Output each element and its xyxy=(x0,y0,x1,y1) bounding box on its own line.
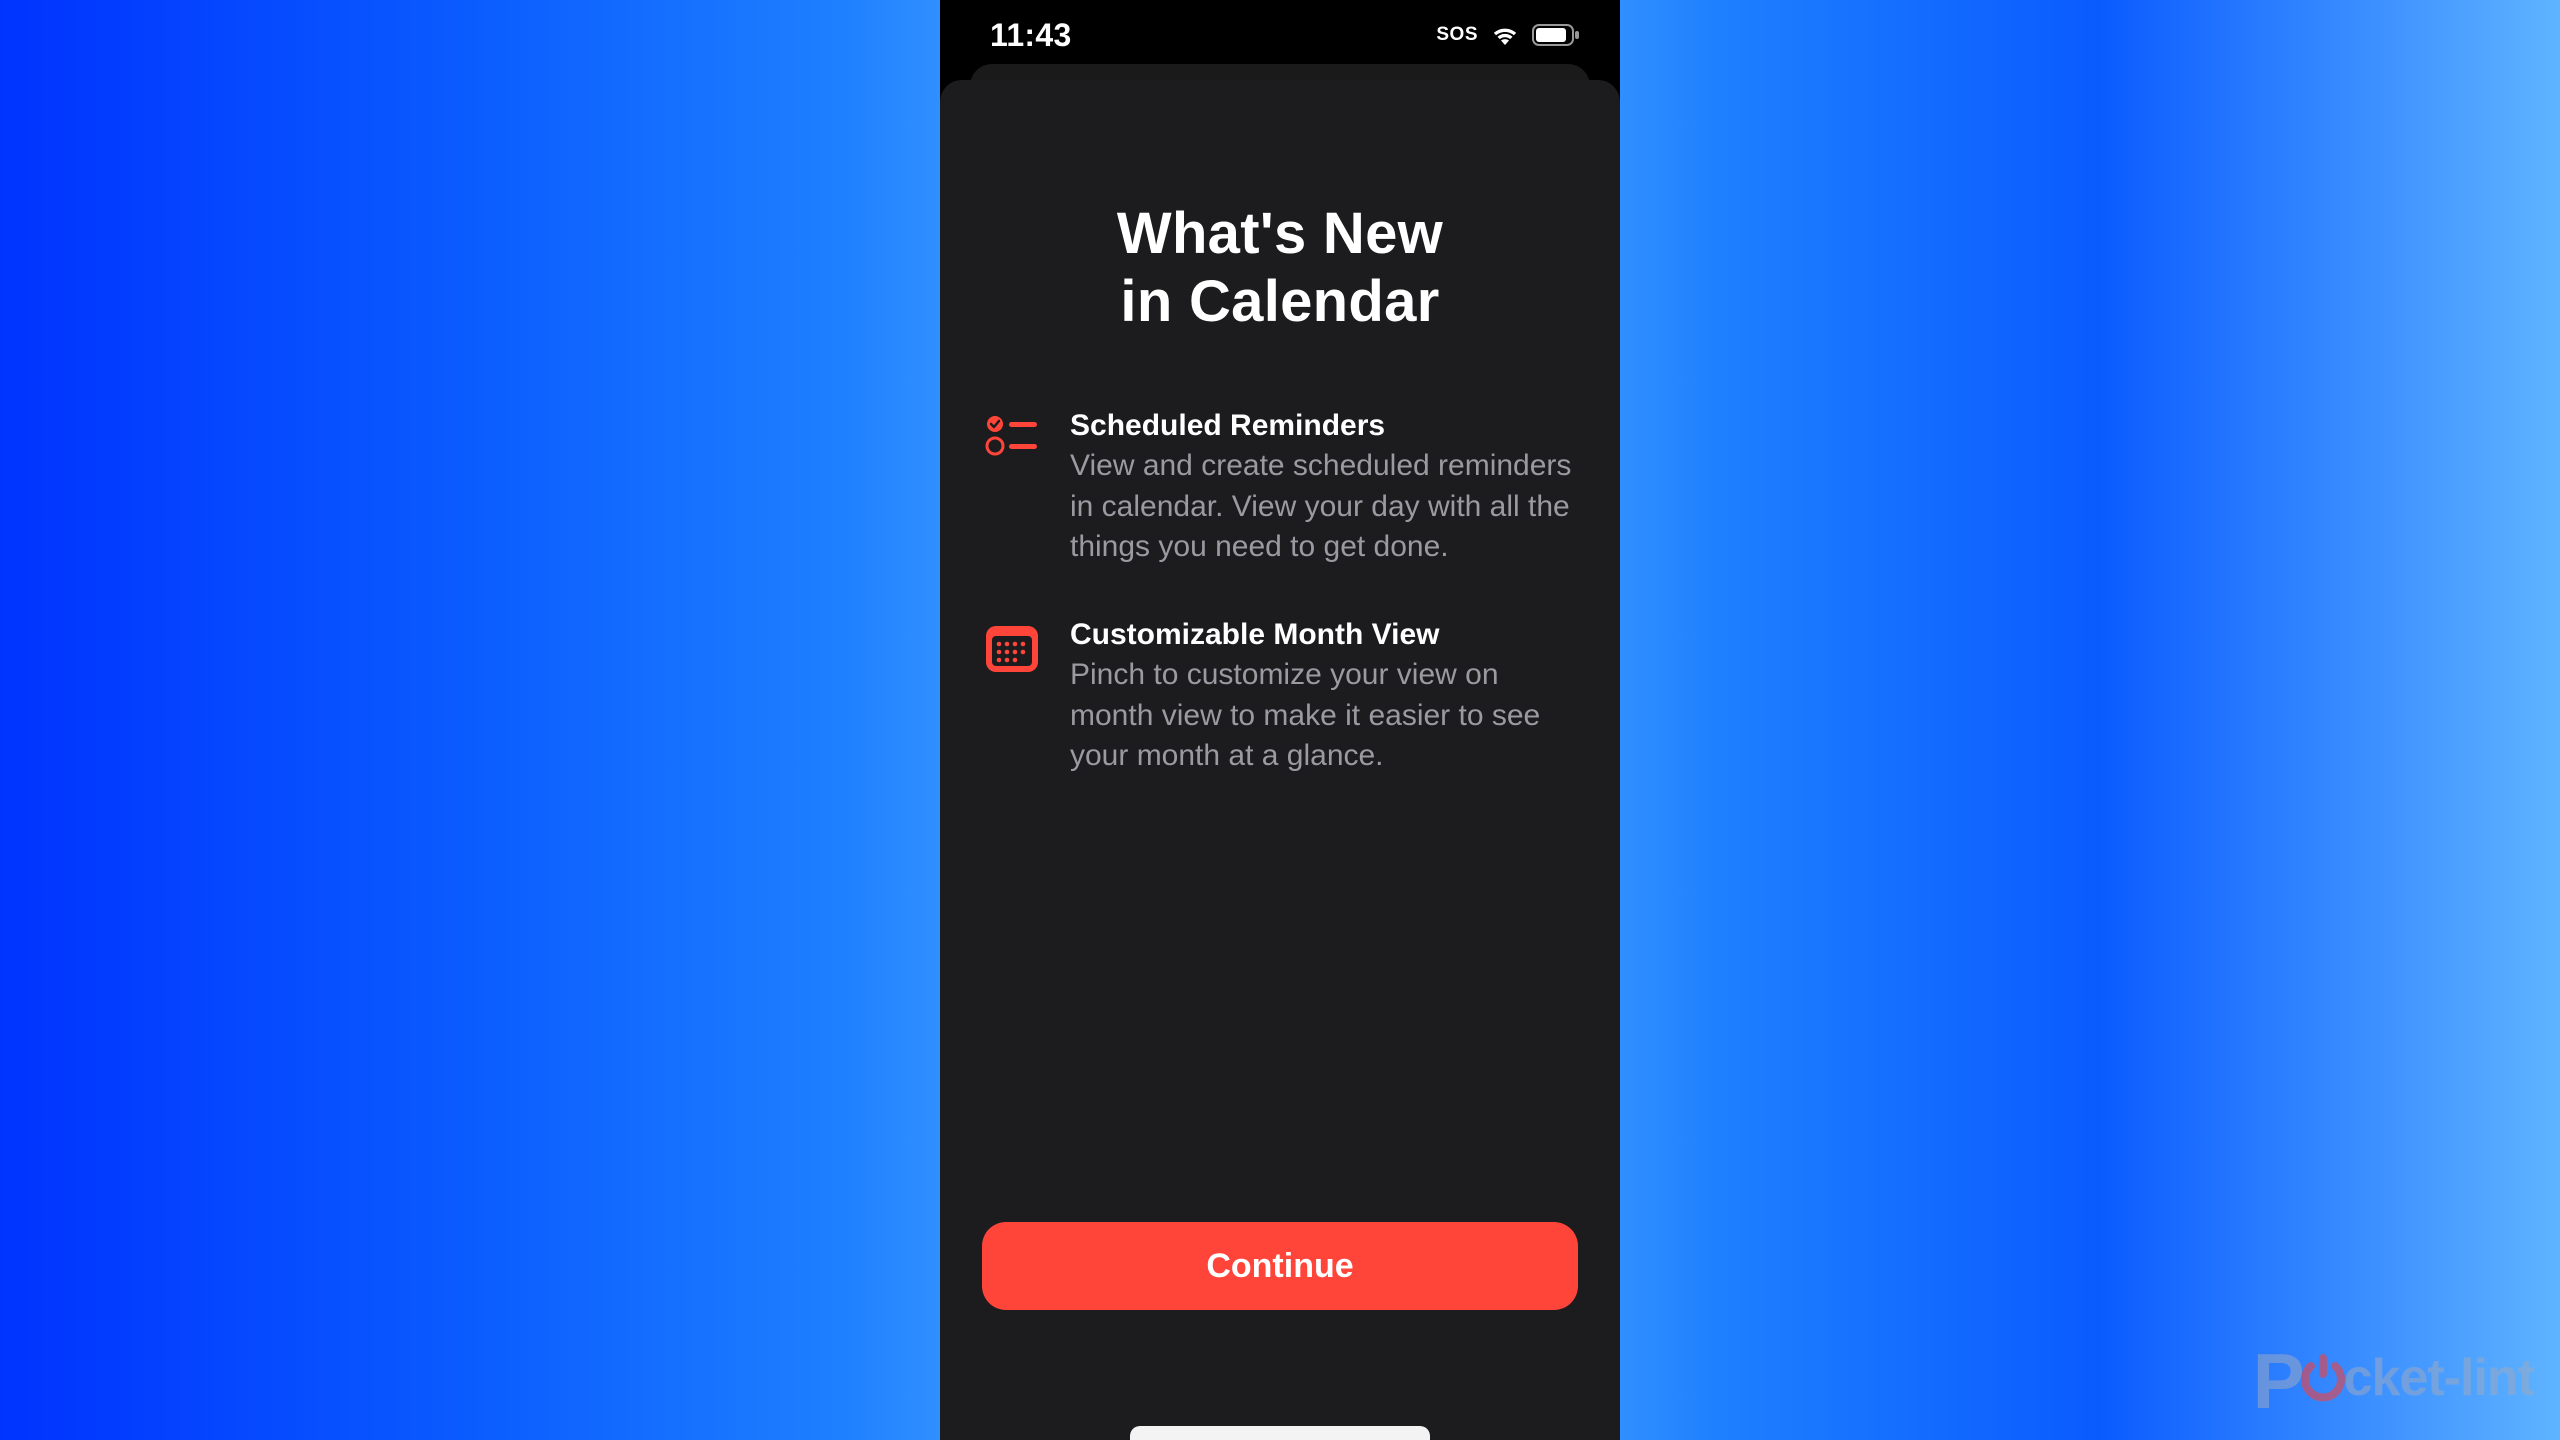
phone-frame: 11:43 SOS xyxy=(940,0,1620,1440)
continue-button[interactable]: Continue xyxy=(982,1222,1578,1310)
feature-text: Customizable Month View Pinch to customi… xyxy=(1070,616,1578,777)
sheet-spacer xyxy=(982,825,1578,1222)
watermark-suffix: cket-lint xyxy=(2344,1352,2534,1410)
status-time: 11:43 xyxy=(990,17,1072,54)
feature-text: Scheduled Reminders View and create sche… xyxy=(1070,407,1578,568)
desktop-background: 11:43 SOS xyxy=(0,0,2560,1440)
feature-desc: View and create scheduled reminders in c… xyxy=(1070,446,1578,568)
feature-title: Scheduled Reminders xyxy=(1070,407,1578,445)
feature-scheduled-reminders: Scheduled Reminders View and create sche… xyxy=(982,407,1578,568)
checklist-icon xyxy=(982,407,1042,457)
wifi-icon xyxy=(1490,24,1520,46)
battery-icon xyxy=(1532,23,1580,47)
home-indicator[interactable] xyxy=(1130,1426,1430,1440)
feature-desc: Pinch to customize your view on month vi… xyxy=(1070,655,1578,777)
watermark-prefix: P xyxy=(2253,1342,2304,1420)
calendar-icon xyxy=(982,616,1042,674)
sheet-title: What's New in Calendar xyxy=(982,200,1578,337)
power-ring-icon xyxy=(2298,1352,2348,1411)
sheet-title-line2: in Calendar xyxy=(1120,269,1439,334)
status-bar: 11:43 SOS xyxy=(940,0,1620,70)
feature-customizable-month-view: Customizable Month View Pinch to customi… xyxy=(982,616,1578,777)
sos-label: SOS xyxy=(1436,24,1478,46)
sheet-title-line1: What's New xyxy=(1117,201,1443,266)
watermark-pocket-lint: P cket-lint xyxy=(2253,1342,2534,1420)
status-indicators: SOS xyxy=(1436,23,1580,47)
whats-new-sheet: What's New in Calendar Scheduled Reminde… xyxy=(940,80,1620,1440)
feature-title: Customizable Month View xyxy=(1070,616,1578,654)
